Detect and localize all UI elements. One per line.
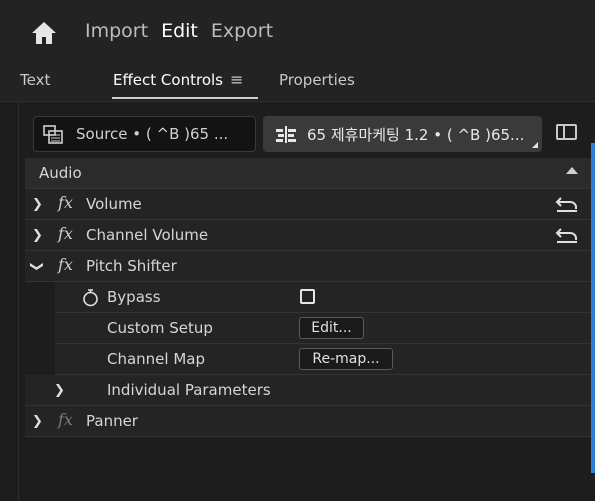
audio-section-label: Audio	[39, 164, 82, 182]
timeline-edge-indicator	[591, 143, 595, 473]
expand-chevron-icon[interactable]: ❯	[32, 414, 43, 429]
fx-icon[interactable]: fx	[58, 255, 73, 274]
param-row-channel-map: Channel Map Re-map...	[55, 344, 591, 375]
param-label: Individual Parameters	[107, 381, 271, 399]
edit-button[interactable]: Edit...	[299, 317, 364, 339]
expand-chevron-icon[interactable]: ❯	[32, 228, 43, 243]
tab-text[interactable]: Text	[20, 71, 50, 89]
param-row-custom-setup: Custom Setup Edit...	[55, 313, 591, 344]
import-tab[interactable]: Import	[85, 20, 148, 42]
dropdown-corner-icon	[532, 142, 538, 148]
bypass-checkbox[interactable]	[300, 289, 315, 304]
fx-icon[interactable]: fx	[58, 193, 73, 212]
param-label: Custom Setup	[107, 319, 213, 337]
param-label: Channel Map	[107, 350, 206, 368]
sequence-icon	[276, 126, 296, 143]
stopwatch-icon[interactable]	[82, 288, 99, 307]
fx-icon[interactable]: fx	[58, 410, 73, 429]
sequence-selector[interactable]: 65 제휴마케팅 1.2 • ( ^B )65...	[263, 116, 542, 152]
export-tab[interactable]: Export	[211, 20, 273, 42]
param-label: Bypass	[107, 288, 161, 306]
home-icon[interactable]	[31, 20, 57, 46]
collapse-arrow-icon[interactable]	[566, 167, 578, 174]
effect-name: Volume	[86, 195, 142, 213]
audio-section-header[interactable]: Audio	[25, 158, 591, 189]
tab-properties[interactable]: Properties	[279, 71, 355, 89]
timeline-toggle-icon[interactable]	[556, 124, 577, 140]
panel-menu-icon[interactable]: ≡	[230, 70, 243, 89]
param-row-individual-parameters[interactable]: ❯ Individual Parameters	[25, 375, 591, 406]
top-bar: Import Edit Export	[0, 0, 595, 60]
param-row-bypass: Bypass	[55, 282, 591, 313]
collapse-chevron-icon[interactable]: ❯	[29, 261, 44, 272]
fx-icon[interactable]: fx	[58, 224, 73, 243]
expand-chevron-icon[interactable]: ❯	[32, 197, 43, 212]
effect-row-pitch-shifter[interactable]: ❯ fx Pitch Shifter	[25, 251, 591, 282]
effect-row-channel-volume[interactable]: ❯ fx Channel Volume	[25, 220, 591, 251]
effect-name: Pitch Shifter	[86, 257, 177, 275]
reset-icon[interactable]	[555, 227, 579, 244]
active-tab-underline	[112, 97, 258, 99]
reset-icon[interactable]	[555, 196, 579, 213]
clip-icon	[43, 125, 63, 144]
expand-chevron-icon[interactable]: ❯	[54, 383, 65, 398]
tab-effect-controls[interactable]: Effect Controls	[113, 71, 223, 89]
edit-tab[interactable]: Edit	[161, 20, 198, 42]
effect-name: Channel Volume	[86, 226, 209, 244]
sequence-label: 65 제휴마케팅 1.2 • ( ^B )65...	[307, 126, 525, 144]
remap-button[interactable]: Re-map...	[299, 348, 393, 370]
effect-row-panner[interactable]: ❯ fx Panner	[25, 406, 591, 437]
source-clip-selector[interactable]: Source • ( ^B )65 ...	[33, 116, 256, 152]
source-clip-label: Source • ( ^B )65 ...	[76, 125, 229, 143]
effect-name: Panner	[86, 412, 138, 430]
panel-tabs: Text Effect Controls ≡ Properties	[0, 60, 595, 102]
effect-row-volume[interactable]: ❯ fx Volume	[25, 189, 591, 220]
